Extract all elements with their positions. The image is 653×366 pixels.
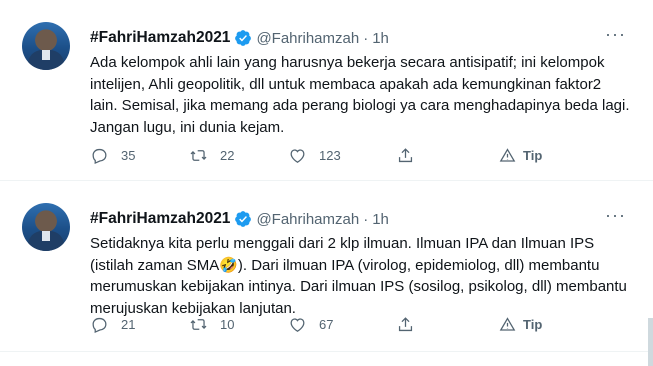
tip-button[interactable]: Tip bbox=[498, 315, 542, 334]
tip-button[interactable]: Tip bbox=[498, 146, 542, 165]
separator-dot: · bbox=[363, 210, 369, 228]
more-options-icon[interactable]: ··· bbox=[605, 206, 625, 227]
reply-icon bbox=[92, 148, 107, 164]
separator-dot: · bbox=[363, 29, 369, 47]
tip-label: Tip bbox=[523, 317, 543, 332]
reply-button[interactable]: 21 bbox=[90, 315, 135, 334]
retweet-count: 22 bbox=[220, 148, 235, 163]
timestamp[interactable]: 1h bbox=[372, 211, 389, 228]
verified-badge-icon bbox=[235, 211, 252, 227]
tip-icon bbox=[499, 317, 516, 331]
handle[interactable]: @Fahrihamzah bbox=[256, 30, 359, 47]
tip-label: Tip bbox=[523, 148, 543, 163]
share-icon bbox=[398, 317, 413, 332]
more-options-icon[interactable]: ··· bbox=[605, 25, 625, 46]
reply-button[interactable]: 35 bbox=[90, 146, 135, 165]
scrollbar[interactable] bbox=[648, 318, 653, 366]
like-button[interactable]: 123 bbox=[288, 146, 341, 165]
display-name[interactable]: #FahriHamzah2021 bbox=[90, 210, 230, 228]
tip-icon bbox=[499, 148, 516, 162]
retweet-count: 10 bbox=[220, 317, 235, 332]
heart-icon bbox=[290, 149, 305, 163]
reply-icon bbox=[92, 317, 107, 333]
tweet-header: #FahriHamzah2021 @Fahrihamzah · 1h bbox=[90, 209, 389, 229]
share-button[interactable] bbox=[396, 146, 415, 165]
tweet[interactable]: #FahriHamzah2021 @Fahrihamzah · 1h ··· A… bbox=[0, 0, 653, 181]
tweet-actions: 35 22 123 Tip bbox=[90, 146, 550, 166]
retweet-icon bbox=[190, 319, 207, 330]
retweet-button[interactable]: 10 bbox=[189, 315, 234, 334]
avatar[interactable] bbox=[22, 203, 70, 251]
tweet[interactable]: #FahriHamzah2021 @Fahrihamzah · 1h ··· S… bbox=[0, 181, 653, 352]
avatar[interactable] bbox=[22, 22, 70, 70]
like-button[interactable]: 67 bbox=[288, 315, 333, 334]
display-name[interactable]: #FahriHamzah2021 bbox=[90, 29, 230, 47]
share-icon bbox=[398, 148, 413, 163]
verified-badge-icon bbox=[235, 30, 252, 46]
timestamp[interactable]: 1h bbox=[372, 30, 389, 47]
tweet-text: Ada kelompok ahli lain yang harusnya bek… bbox=[90, 54, 630, 136]
reply-count: 21 bbox=[121, 317, 136, 332]
handle[interactable]: @Fahrihamzah bbox=[256, 211, 359, 228]
retweet-button[interactable]: 22 bbox=[189, 146, 234, 165]
tweet-text: Setidaknya kita perlu menggali dari 2 kl… bbox=[90, 235, 627, 317]
retweet-icon bbox=[190, 150, 207, 161]
like-count: 67 bbox=[319, 317, 334, 332]
tweet-actions: 21 10 67 Tip bbox=[90, 315, 550, 335]
reply-count: 35 bbox=[121, 148, 136, 163]
like-count: 123 bbox=[319, 148, 341, 163]
share-button[interactable] bbox=[396, 315, 415, 334]
tweet-header: #FahriHamzah2021 @Fahrihamzah · 1h bbox=[90, 28, 389, 48]
heart-icon bbox=[290, 318, 305, 332]
